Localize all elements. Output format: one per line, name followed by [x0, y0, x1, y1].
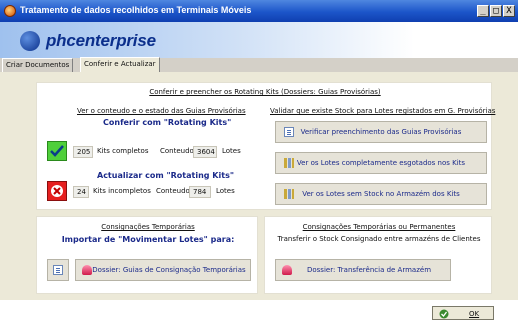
document-icon	[53, 265, 63, 275]
ver-lotes-esgotados-button[interactable]: Ver os Lotes completamente esgotados nos…	[275, 152, 487, 174]
panel-conferir: Conferir e preencher os Rotating Kits (D…	[36, 82, 496, 210]
kits-completos-value: 205	[73, 146, 93, 158]
verificar-guias-button[interactable]: Verificar preenchimento das Guias Provis…	[275, 121, 487, 143]
ok-button[interactable]: OK	[432, 306, 494, 320]
client-area: Conferir e preencher os Rotating Kits (D…	[0, 72, 518, 300]
ver-lotes-sem-stock-button[interactable]: Ver os Lotes sem Stock no Armazém dos Ki…	[275, 183, 487, 205]
lotes-label-1: Lotes	[222, 147, 241, 155]
check-icon	[50, 145, 64, 157]
maximize-button[interactable]: □	[490, 5, 502, 17]
consignacoes-perm-heading: Consignações Temporárias ou Permanentes	[302, 223, 456, 231]
kits-incompletos-value: 24	[73, 186, 89, 198]
conteudo-value-2: 784	[189, 186, 211, 198]
brand-logo-text: phcenterprise	[46, 31, 156, 50]
tab-strip: Criar Documentos Conferir e Actualizar	[0, 57, 518, 73]
window-titlebar: Tratamento de dados recolhidos em Termin…	[0, 0, 518, 22]
left-subheading: Ver o conteudo e o estado das Guias Prov…	[77, 107, 246, 115]
app-icon	[4, 5, 16, 17]
lotes-label-2: Lotes	[216, 187, 235, 195]
x-icon	[51, 185, 63, 197]
actualizar-title: Actualizar com "Rotating Kits"	[97, 171, 234, 180]
conteudo-value-1: 3604	[193, 146, 217, 158]
dossier-transferencia-armazem-button[interactable]: Dossier: Transferência de Armazém	[275, 259, 451, 281]
kits-completos-label: Kits completos	[97, 147, 149, 155]
ok-label: OK	[469, 310, 480, 318]
panel-consignacoes-permanentes: Consignações Temporárias ou Permanentes …	[264, 216, 492, 294]
consignacoes-perm-subheading: Transferir o Stock Consignado entre arma…	[277, 235, 481, 243]
conferir-check-button[interactable]	[47, 141, 67, 161]
tab-conferir-actualizar[interactable]: Conferir e Actualizar	[80, 57, 160, 73]
panel-conferir-heading: Conferir e preencher os Rotating Kits (D…	[149, 88, 381, 96]
dossier-guias-consignacao-button[interactable]: Dossier: Guias de Consignação Temporária…	[75, 259, 251, 281]
consignacoes-temp-subheading: Importar de "Movimentar Lotes" para:	[61, 235, 235, 244]
logo-icon	[20, 31, 40, 51]
doc-small-button[interactable]	[47, 259, 69, 281]
minimize-button[interactable]: _	[477, 5, 489, 17]
kits-incompletos-label: Kits incompletos	[93, 187, 151, 195]
panel-consignacoes-temporarias: Consignações Temporárias Importar de "Mo…	[36, 216, 258, 294]
close-button[interactable]: X	[503, 5, 515, 17]
consignacoes-temp-heading: Consignações Temporárias	[101, 223, 195, 231]
conteudo-label-1: Conteudo	[160, 147, 194, 155]
tab-criar-documentos[interactable]: Criar Documentos	[2, 58, 74, 72]
ok-icon	[439, 309, 449, 319]
right-subheading: Validar que existe Stock para Lotes regi…	[270, 107, 496, 115]
brand-band: phcenterprise	[0, 22, 518, 58]
actualizar-x-button[interactable]	[47, 181, 67, 201]
conteudo-label-2: Conteudo	[156, 187, 190, 195]
window-title: Tratamento de dados recolhidos em Termin…	[20, 5, 252, 15]
conferir-title: Conferir com "Rotating Kits"	[103, 118, 232, 127]
